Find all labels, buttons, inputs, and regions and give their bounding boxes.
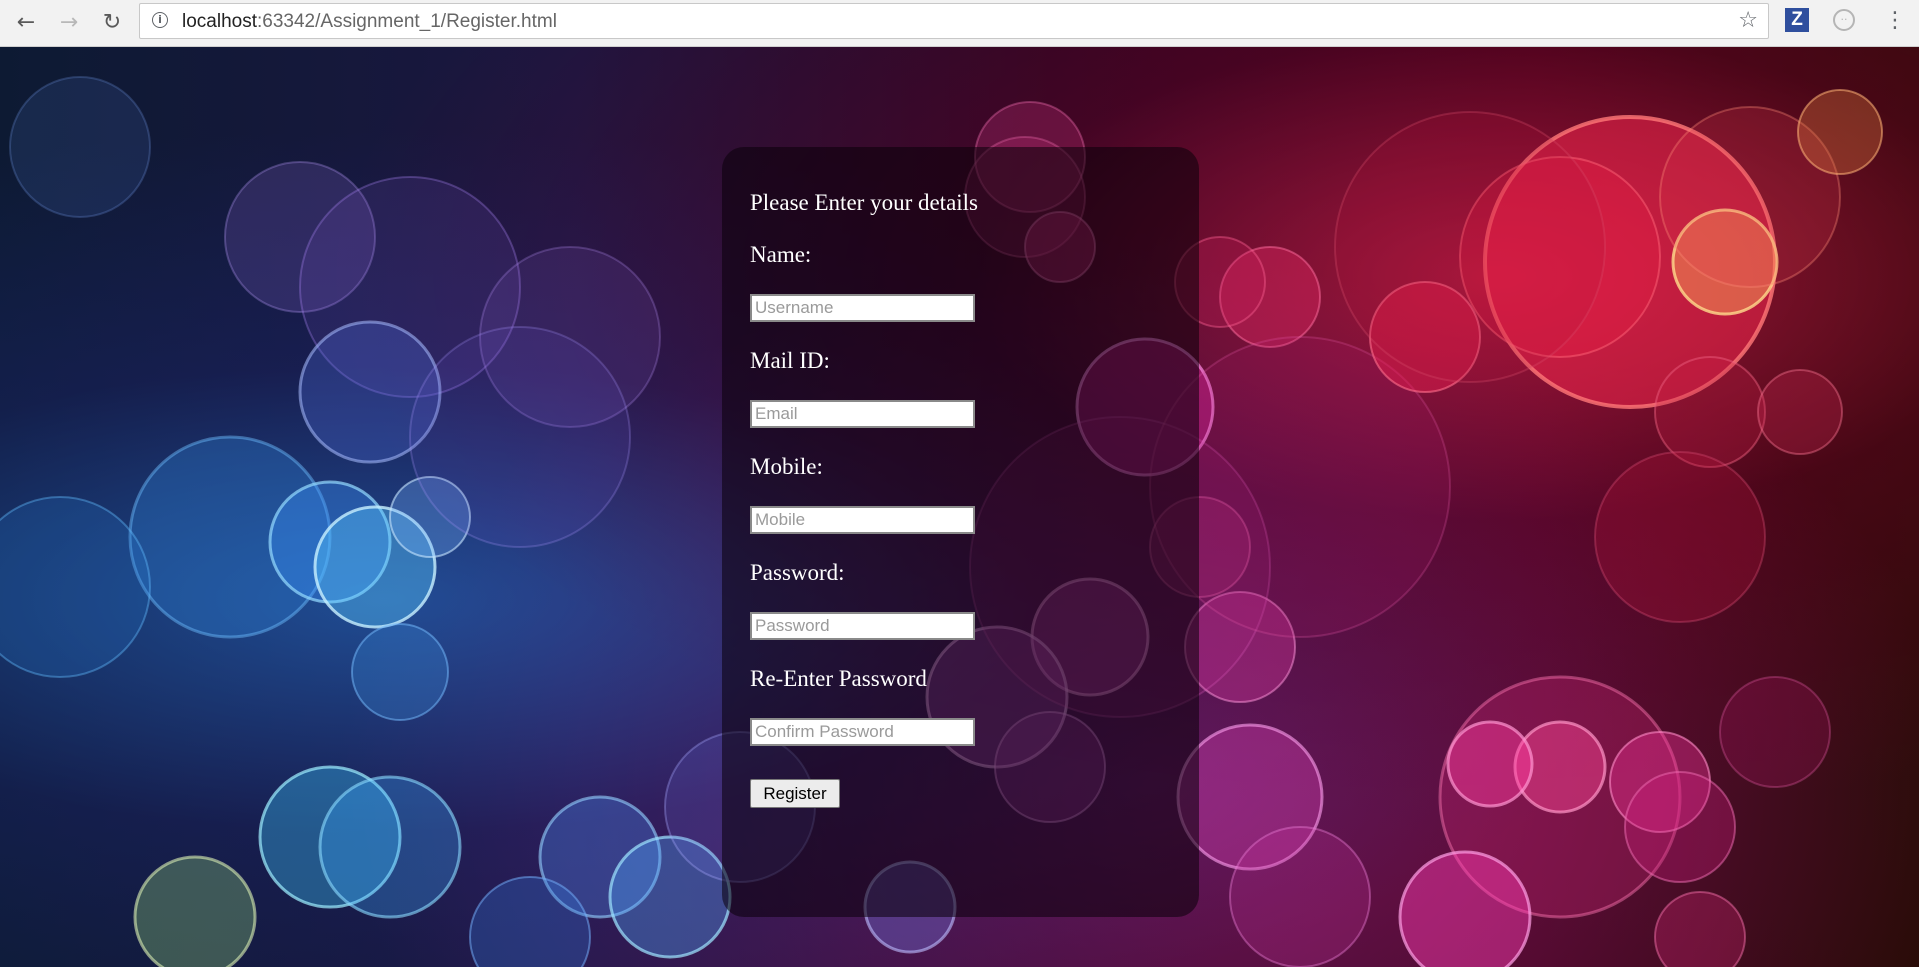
mail-id-label: Mail ID:: [750, 348, 830, 373]
confirm-password-input[interactable]: [750, 718, 975, 746]
more-vert-icon[interactable]: ⋮: [1884, 6, 1906, 36]
username-input[interactable]: [750, 294, 975, 322]
arrow-left-icon: ←: [16, 9, 36, 35]
back-button[interactable]: ←: [10, 6, 42, 38]
browser-toolbar: ← → ↻ i localhost:63342/Assignment_1/Reg…: [0, 0, 1919, 47]
star-icon[interactable]: ☆: [1738, 8, 1758, 33]
register-form: Please Enter your details Name: Mail ID:…: [722, 147, 1199, 917]
password-input[interactable]: [750, 612, 975, 640]
extension-icon[interactable]: ··: [1833, 9, 1855, 31]
address-bar[interactable]: i localhost:63342/Assignment_1/Register.…: [139, 3, 1769, 39]
url-path: :63342/Assignment_1/Register.html: [257, 11, 557, 32]
arrow-right-icon: →: [59, 9, 79, 35]
register-button[interactable]: Register: [750, 779, 840, 808]
reload-icon: ↻: [102, 9, 122, 35]
form-title: Please Enter your details: [750, 190, 979, 215]
info-icon[interactable]: i: [152, 12, 168, 28]
url-text[interactable]: localhost:63342/Assignment_1/Register.ht…: [182, 11, 557, 33]
mobile-input[interactable]: [750, 506, 975, 534]
confirm-password-label: Re-Enter Password: [750, 666, 927, 691]
name-label: Name:: [750, 242, 812, 267]
url-host: localhost: [182, 11, 257, 32]
page-viewport: Please Enter your details Name: Mail ID:…: [0, 47, 1919, 967]
mobile-label: Mobile:: [750, 454, 823, 479]
password-label: Password:: [750, 560, 845, 585]
forward-button[interactable]: →: [53, 6, 85, 38]
extension-z-button[interactable]: Z: [1785, 8, 1809, 32]
reload-button[interactable]: ↻: [96, 6, 128, 38]
email-input[interactable]: [750, 400, 975, 428]
